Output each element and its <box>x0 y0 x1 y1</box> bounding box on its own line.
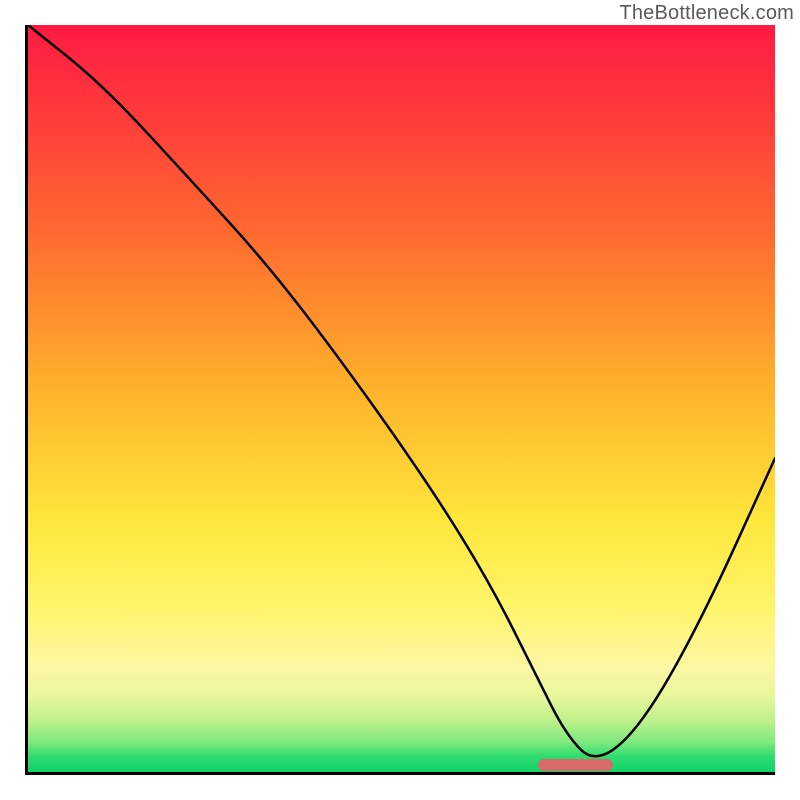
bottleneck-curve <box>28 25 775 772</box>
plot-area <box>25 25 775 775</box>
chart-container: TheBottleneck.com <box>0 0 800 800</box>
watermark-text: TheBottleneck.com <box>619 2 794 25</box>
curve-path <box>28 25 775 756</box>
